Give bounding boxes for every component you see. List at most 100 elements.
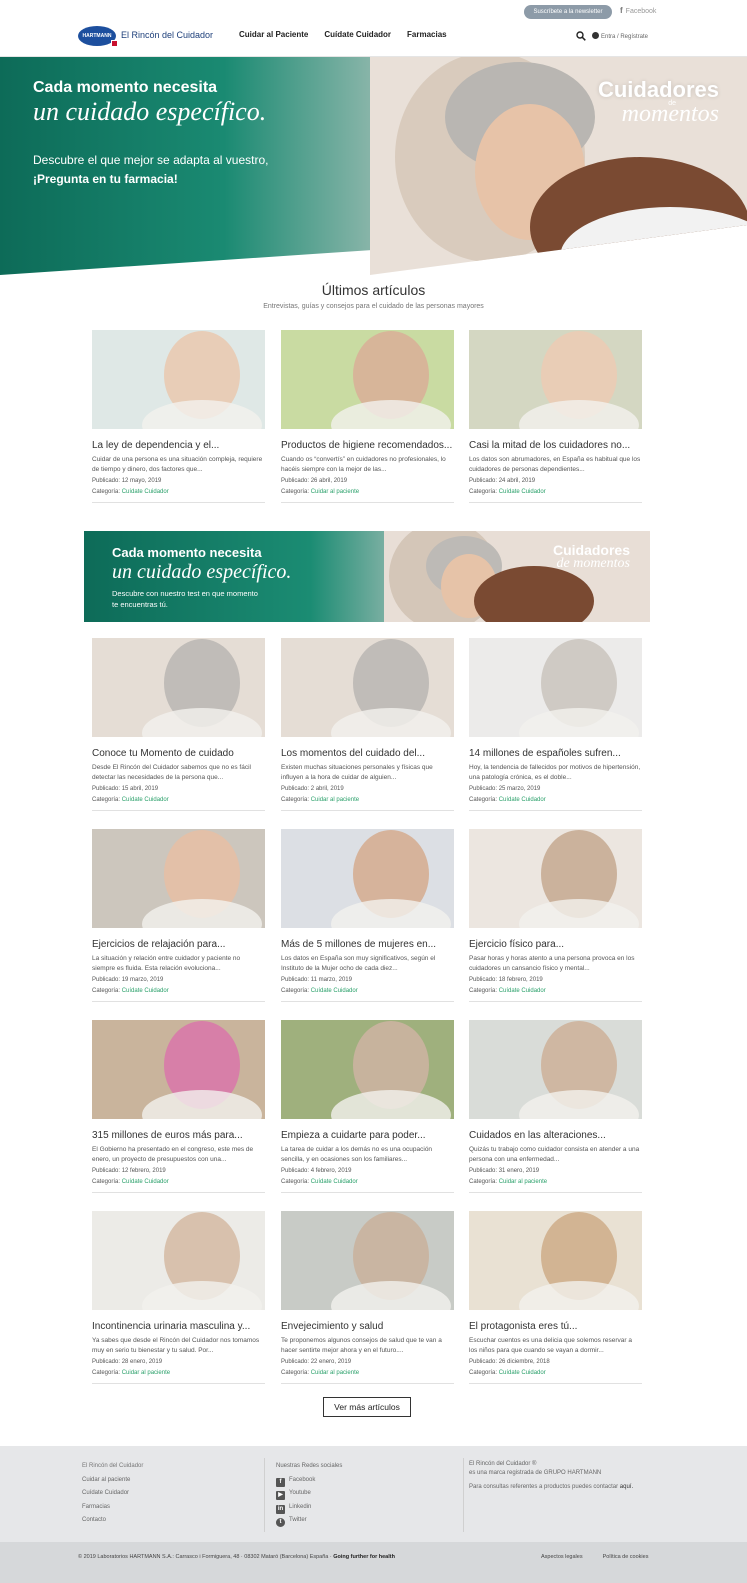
article-card[interactable]: Envejecimiento y salud Te proponemos algu… [281,1211,454,1384]
article-image[interactable] [469,1211,642,1331]
article-card[interactable]: 315 millones de euros más para... El Gobi… [92,1020,265,1193]
article-image[interactable] [92,1020,265,1140]
article-card[interactable]: Más de 5 millones de mujeres en... Los da… [281,829,454,1002]
category-label: Categoría: [281,1370,310,1376]
article-card[interactable]: 14 millones de españoles sufren... Hoy, l… [469,638,642,811]
article-excerpt: Pasar horas y horas atento a una persona… [469,955,635,972]
hero-banner[interactable]: Cada momento necesita un cuidado específ… [0,57,747,275]
nav-cuidate-cuidador[interactable]: Cuídate Cuidador [324,30,391,39]
nav-cuidar-al-paciente[interactable]: Cuidar al Paciente [239,30,308,39]
article-image[interactable] [92,1211,265,1331]
category-link[interactable]: Cuídate Cuidador [122,988,169,994]
article-image[interactable] [92,638,265,758]
article-title[interactable]: Productos de higiene recomendados... [281,440,454,452]
legal-link[interactable]: Política de cookies [603,1554,649,1560]
category-link[interactable]: Cuídate Cuidador [499,988,546,994]
article-title[interactable]: Cuidados en las alteraciones... [469,1130,642,1142]
article-card[interactable]: Conoce tu Momento de cuidado Desde El Rin… [92,638,265,811]
article-card[interactable]: Incontinencia urinaria masculina y... Ya … [92,1211,265,1384]
article-title[interactable]: El protagonista eres tú... [469,1321,642,1333]
category-link[interactable]: Cuidar al paciente [311,797,359,803]
published-label: Publicado: [92,478,121,484]
nav-farmacias[interactable]: Farmacias [407,30,447,39]
category-link[interactable]: Cuídate Cuidador [499,797,546,803]
article-title[interactable]: Ejercicio físico para... [469,939,642,951]
article-image[interactable] [281,1020,454,1140]
article-date: Publicado: 15 abril, 2019 [92,786,265,792]
article-image[interactable] [469,1020,642,1140]
footer-link[interactable]: Cuidar al paciente [82,1474,143,1488]
more-articles-button[interactable]: Ver más artículos [323,1397,411,1417]
category-link[interactable]: Cuídate Cuidador [311,988,358,994]
newsletter-button[interactable]: Suscríbete a la newsletter [524,5,612,19]
article-image[interactable] [92,829,265,949]
category-link[interactable]: Cuídate Cuidador [122,489,169,495]
article-title[interactable]: Casi la mitad de los cuidadores no... [469,440,642,452]
test-banner[interactable]: Cada momento necesita un cuidado específ… [84,531,650,622]
article-image[interactable] [92,330,265,450]
article-title[interactable]: La ley de dependencia y el... [92,440,265,452]
legal-link[interactable]: Aspectos legales [541,1554,583,1560]
article-image[interactable] [469,330,642,450]
article-date: Publicado: 31 enero, 2019 [469,1168,642,1174]
category-link[interactable]: Cuidar al paciente [311,1370,359,1376]
article-card[interactable]: Ejercicio físico para... Pasar horas y ho… [469,829,642,1002]
main-nav: Cuidar al Paciente Cuídate Cuidador Farm… [239,30,447,39]
footer-link[interactable]: Contacto [82,1514,143,1528]
article-title[interactable]: Los momentos del cuidado del... [281,748,454,760]
search-icon[interactable] [576,31,586,43]
category-link[interactable]: Cuidar al paciente [499,1179,547,1185]
article-title[interactable]: Conoce tu Momento de cuidado [92,748,265,760]
hartmann-logo[interactable]: HARTMANN [78,26,118,47]
category-link[interactable]: Cuídate Cuidador [499,489,546,495]
article-card[interactable]: Casi la mitad de los cuidadores no... Los… [469,330,642,503]
card-divider [92,1383,265,1384]
article-card[interactable]: Cuidados en las alteraciones... Quizás tu… [469,1020,642,1193]
category-link[interactable]: Cuídate Cuidador [499,1370,546,1376]
article-card[interactable]: La ley de dependencia y el... Cuidar de u… [92,330,265,503]
article-card[interactable]: Empieza a cuidarte para poder... La tarea… [281,1020,454,1193]
login-link[interactable]: Entra / Regístrate [592,32,648,40]
article-date: Publicado: 12 febrero, 2019 [92,1168,265,1174]
article-title[interactable]: Ejercicios de relajación para... [92,939,265,951]
footer-contact-link[interactable]: aquí. [620,1484,633,1490]
article-image[interactable] [281,638,454,758]
site-header: Suscríbete a la newsletter f Facebook HAR… [0,0,747,57]
category-link[interactable]: Cuidar al paciente [311,489,359,495]
article-card[interactable]: Ejercicios de relajación para... La situa… [92,829,265,1002]
category-link[interactable]: Cuídate Cuidador [122,1179,169,1185]
footer-link[interactable]: Cuídate Cuidador [82,1487,143,1501]
article-image[interactable] [281,829,454,949]
article-image[interactable] [281,330,454,450]
category-label: Categoría: [92,1370,121,1376]
article-title[interactable]: Empieza a cuidarte para poder... [281,1130,454,1142]
social-linkedin[interactable]: in Linkedin [276,1501,342,1515]
article-title[interactable]: 14 millones de españoles sufren... [469,748,642,760]
footer-link[interactable]: Farmacias [82,1501,143,1515]
article-category: Categoría: Cuídate Cuidador [92,797,265,803]
article-title[interactable]: Más de 5 millones de mujeres en... [281,939,454,951]
footer-contact-text: Para consultas referentes a productos pu… [469,1484,619,1490]
article-image[interactable] [281,1211,454,1331]
facebook-link[interactable]: f Facebook [620,6,656,15]
article-title[interactable]: Envejecimiento y salud [281,1321,454,1333]
article-image[interactable] [469,638,642,758]
article-title[interactable]: Incontinencia urinaria masculina y... [92,1321,265,1333]
social-youtube[interactable]: ▶ Youtube [276,1487,342,1501]
article-card[interactable]: El protagonista eres tú... Escuchar cuent… [469,1211,642,1384]
category-link[interactable]: Cuidar al paciente [122,1370,170,1376]
article-card[interactable]: Los momentos del cuidado del... Existen m… [281,638,454,811]
category-link[interactable]: Cuídate Cuidador [311,1179,358,1185]
social-twitter[interactable]: t Twitter [276,1514,342,1528]
card-divider [469,810,642,811]
article-excerpt: Cuidar de una persona es una situación c… [92,456,263,473]
social-facebook[interactable]: f Facebook [276,1474,342,1488]
article-image[interactable] [469,829,642,949]
footer-link[interactable]: El Rincón del Cuidador [82,1460,143,1474]
article-date: Publicado: 2 abril, 2019 [281,786,454,792]
brand-name[interactable]: El Rincón del Cuidador [121,30,213,40]
article-card[interactable]: Productos de higiene recomendados... Cuan… [281,330,454,503]
category-link[interactable]: Cuídate Cuidador [122,797,169,803]
published-label: Publicado: [469,977,498,983]
article-title[interactable]: 315 millones de euros más para... [92,1130,265,1142]
